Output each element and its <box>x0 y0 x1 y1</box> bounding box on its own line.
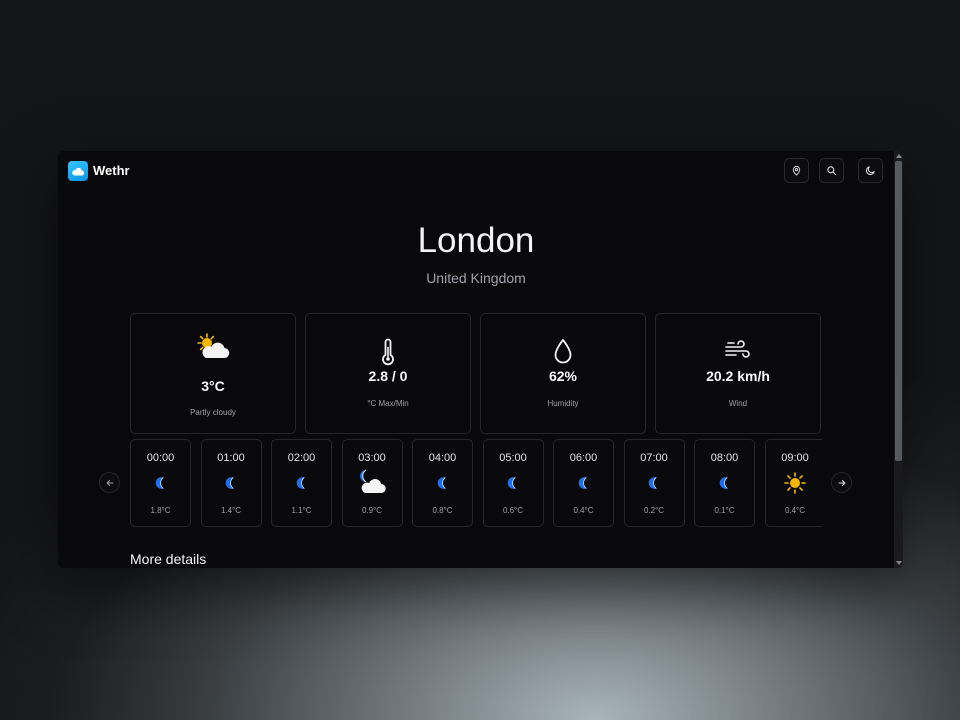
hour-card: 04:00 0.8°C <box>412 439 473 527</box>
cloud-logo-icon <box>72 167 85 176</box>
humidity-label: Humidity <box>547 399 579 408</box>
hour-temperature: 1.8°C <box>150 506 171 515</box>
moon-icon <box>437 477 446 489</box>
location-button[interactable] <box>784 158 809 183</box>
more-details-heading: More details <box>130 551 207 567</box>
arrow-right-icon <box>838 479 845 486</box>
hour-card: 01:00 1.4°C <box>200 439 262 527</box>
hour-card: 03:00 0.9°C <box>341 439 403 527</box>
hour-card: 02:00 1.1°C <box>271 439 332 527</box>
hour-time: 05:00 <box>499 452 527 464</box>
moon-icon <box>866 166 875 175</box>
humidity-value: 62% <box>548 368 578 384</box>
moon-icon <box>578 477 587 489</box>
app-window: Wethr London United Kingdom 3°C Partly c… <box>58 151 903 568</box>
app-name: Wethr <box>93 163 130 178</box>
hour-time: 02:00 <box>287 452 316 464</box>
hourly-forecast[interactable]: 00:00 1.8°C 01:00 1.4°C 02:00 1.1°C 03:0… <box>130 439 822 529</box>
hour-temperature: 0.4°C <box>784 506 806 515</box>
wind-label: Wind <box>728 399 748 408</box>
moon-icon <box>507 477 516 489</box>
partly-cloudy-icon <box>197 333 230 359</box>
sun-icon <box>784 472 806 494</box>
search-icon <box>827 166 837 176</box>
hour-temperature: 1.4°C <box>220 506 242 515</box>
search-button[interactable] <box>819 158 844 183</box>
scroll-right-button[interactable] <box>831 472 852 493</box>
moon-icon <box>719 477 728 489</box>
hour-card: 05:00 0.6°C <box>482 439 544 527</box>
moon-icon <box>648 477 657 489</box>
scroll-left-button[interactable] <box>99 472 120 493</box>
hour-temperature: 0.9°C <box>361 506 383 515</box>
vertical-scrollbar[interactable] <box>894 151 903 568</box>
thermometer-icon <box>382 338 394 366</box>
hour-temperature: 1.1°C <box>291 506 312 515</box>
wind-icon <box>725 340 750 358</box>
hour-time: 08:00 <box>710 452 739 464</box>
condition-card: 3°C Partly cloudy <box>130 313 296 434</box>
hour-time: 01:00 <box>217 452 245 464</box>
hour-time: 06:00 <box>569 452 598 464</box>
hour-temperature: 0.6°C <box>502 506 524 515</box>
hour-temperature: 0.8°C <box>432 506 453 515</box>
hour-card: 09:00 0.4°C <box>764 439 822 527</box>
country-name: United Kingdom <box>426 270 526 286</box>
hour-card: 00:00 1.8°C <box>130 439 191 527</box>
theme-toggle-button[interactable] <box>858 158 883 183</box>
scrollbar-thumb[interactable] <box>895 161 902 461</box>
hour-temperature: 0.4°C <box>573 506 594 515</box>
hour-time: 03:00 <box>358 452 386 464</box>
droplet-icon <box>554 339 572 364</box>
humidity-card: 62% Humidity <box>480 313 646 434</box>
app-logo[interactable] <box>68 161 88 181</box>
hour-time: 09:00 <box>781 452 809 464</box>
hour-time: 04:00 <box>428 452 457 464</box>
scroll-down-arrow-icon[interactable] <box>896 561 902 565</box>
temperature-value: 3°C <box>201 378 225 394</box>
moon-icon <box>225 477 234 489</box>
top-bar: Wethr <box>58 151 894 191</box>
temperature-range-value: 2.8 / 0 <box>368 368 408 384</box>
moon-icon <box>155 477 164 489</box>
scroll-up-arrow-icon[interactable] <box>896 154 902 158</box>
temperature-range-card: 2.8 / 0 °C Max/Min <box>305 313 471 434</box>
hour-time: 07:00 <box>640 452 668 464</box>
map-pin-icon <box>792 165 801 176</box>
hour-temperature: 0.2°C <box>643 506 665 515</box>
arrow-left-icon <box>106 479 113 486</box>
condition-label: Partly cloudy <box>190 408 236 417</box>
city-name: London <box>417 221 535 260</box>
temperature-range-label: °C Max/Min <box>367 399 409 408</box>
hour-card: 08:00 0.1°C <box>694 439 755 527</box>
cloudy-night-icon <box>360 469 386 494</box>
wind-value: 20.2 km/h <box>706 368 770 384</box>
hour-time: 00:00 <box>146 452 175 464</box>
wind-card: 20.2 km/h Wind <box>655 313 821 434</box>
hour-card: 06:00 0.4°C <box>553 439 614 527</box>
moon-icon <box>296 477 305 489</box>
hour-temperature: 0.1°C <box>714 506 735 515</box>
hour-card: 07:00 0.2°C <box>623 439 685 527</box>
